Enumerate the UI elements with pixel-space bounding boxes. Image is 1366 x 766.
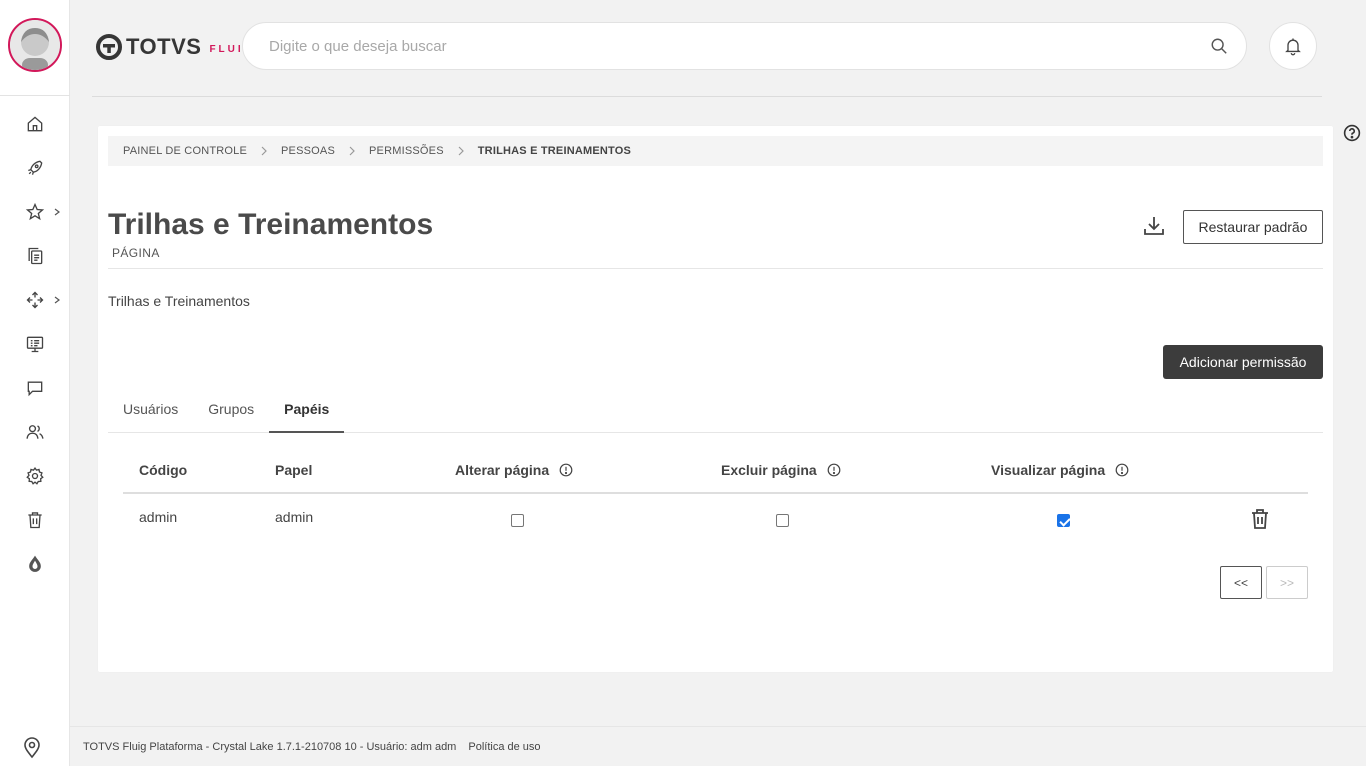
column-header-view-page: Visualizar página: [991, 462, 1129, 478]
notifications-button[interactable]: [1269, 22, 1317, 70]
logo-text: TOTVS: [126, 34, 202, 59]
view-page-checkbox[interactable]: [1057, 514, 1070, 527]
cell-role: admin: [275, 509, 314, 525]
sidebar-item-chat[interactable]: [22, 375, 48, 401]
sidebar-item-settings[interactable]: [22, 463, 48, 489]
chevron-right-icon: [261, 146, 267, 156]
page-type-label: PÁGINA: [112, 246, 160, 260]
user-avatar-icon: [10, 20, 60, 70]
column-header-code[interactable]: Código: [139, 462, 187, 478]
breadcrumb-item-permissions[interactable]: PERMISSÕES: [369, 145, 444, 157]
breadcrumb-item-current: TRILHAS E TREINAMENTOS: [477, 145, 632, 157]
permissions-card: PAINEL DE CONTROLE PESSOAS PERMISSÕES TR…: [98, 126, 1333, 672]
chevron-right-icon: [349, 146, 355, 156]
header-divider: [92, 96, 1322, 97]
chevron-right-icon: [54, 296, 60, 304]
pagination-next-button[interactable]: >>: [1266, 566, 1308, 599]
title-divider: [108, 268, 1323, 269]
chevron-right-icon: [458, 146, 464, 156]
star-icon: [25, 202, 45, 221]
chevron-right-icon: [54, 208, 60, 216]
permission-tabs: Usuários Grupos Papéis: [108, 391, 1323, 433]
search-icon[interactable]: [1210, 37, 1228, 55]
table-row: admin admin: [123, 494, 1308, 544]
sidebar-item-trash[interactable]: [22, 507, 48, 533]
help-icon[interactable]: [1343, 124, 1361, 142]
trash-icon: [28, 512, 42, 529]
usage-policy-link[interactable]: Política de uso: [468, 741, 540, 753]
chat-icon: [27, 381, 43, 397]
page-description: Trilhas e Treinamentos: [108, 293, 250, 309]
sidebar-item-presentation[interactable]: [22, 331, 48, 357]
info-icon[interactable]: [827, 463, 841, 477]
avatar[interactable]: [8, 18, 62, 72]
pagination-prev-button[interactable]: <<: [1220, 566, 1262, 599]
sidebar: [0, 0, 70, 766]
sidebar-item-people[interactable]: [22, 419, 48, 445]
presentation-icon: [26, 336, 44, 353]
roles-table: Código Papel Alterar página Excluir pági…: [123, 450, 1308, 544]
fluig-drop-icon: [29, 555, 41, 572]
tab-users[interactable]: Usuários: [108, 391, 193, 433]
documents-icon: [28, 247, 43, 265]
sidebar-item-launch[interactable]: [22, 155, 48, 181]
people-icon: [26, 425, 44, 439]
table-header-row: Código Papel Alterar página Excluir pági…: [123, 450, 1308, 494]
info-icon[interactable]: [1115, 463, 1129, 477]
restore-default-button[interactable]: Restaurar padrão: [1183, 210, 1323, 244]
column-header-delete-page: Excluir página: [721, 462, 841, 478]
home-icon: [27, 116, 43, 132]
page-title: Trilhas e Treinamentos: [108, 208, 434, 241]
gear-icon: [26, 466, 44, 485]
totvs-logo-icon: [96, 34, 122, 60]
breadcrumb: PAINEL DE CONTROLE PESSOAS PERMISSÕES TR…: [108, 136, 1323, 166]
sidebar-item-processes[interactable]: [22, 287, 48, 313]
bell-icon: [1285, 38, 1301, 56]
sidebar-item-home[interactable]: [22, 111, 48, 137]
download-icon[interactable]: [1142, 214, 1166, 238]
footer: TOTVS Fluig Plataforma - Crystal Lake 1.…: [70, 726, 1366, 766]
delete-row-trash-icon[interactable]: [1250, 508, 1270, 530]
pagination: << >>: [1220, 566, 1308, 599]
cell-code: admin: [139, 509, 178, 525]
info-icon[interactable]: [559, 463, 573, 477]
tab-roles[interactable]: Papéis: [269, 391, 345, 433]
sidebar-item-fluig[interactable]: [22, 551, 48, 577]
search-bar: [242, 22, 1247, 70]
brand-logo[interactable]: TOTVS FLUIG: [96, 32, 254, 62]
tab-groups[interactable]: Grupos: [193, 391, 269, 433]
add-permission-button[interactable]: Adicionar permissão: [1163, 345, 1323, 379]
sidebar-item-favorites[interactable]: [22, 199, 48, 225]
breadcrumb-item-control-panel[interactable]: PAINEL DE CONTROLE: [123, 145, 247, 157]
footer-version-text: TOTVS Fluig Plataforma - Crystal Lake 1.…: [83, 740, 457, 753]
sidebar-item-documents[interactable]: [22, 243, 48, 269]
rocket-icon: [28, 160, 43, 175]
location-pin-icon[interactable]: [20, 736, 44, 760]
edit-page-checkbox[interactable]: [511, 514, 524, 527]
sidebar-divider: [0, 95, 70, 96]
column-header-edit-page: Alterar página: [455, 462, 573, 478]
delete-page-checkbox[interactable]: [776, 514, 789, 527]
column-header-role[interactable]: Papel: [275, 462, 312, 478]
breadcrumb-item-people[interactable]: PESSOAS: [281, 145, 335, 157]
search-input[interactable]: [243, 23, 1143, 69]
processes-icon: [26, 291, 44, 309]
